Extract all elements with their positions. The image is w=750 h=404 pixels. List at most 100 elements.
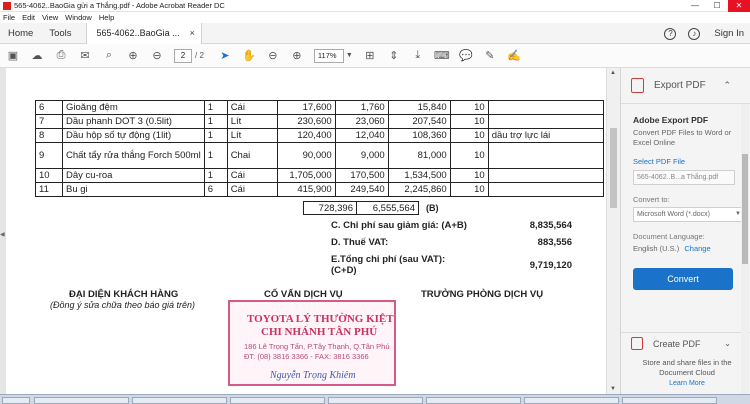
table-row: 11 Bu gi 6 Cái 415,900 249,540 2,245,860… [35,182,604,197]
tab-home[interactable]: Home [0,28,41,39]
summary-d-label: D. Thuế VAT: [331,237,389,248]
taskbar-item[interactable] [524,397,619,404]
cell-amount: 81,000 [387,142,451,169]
menu-edit[interactable]: Edit [22,13,35,22]
scrollbar-thumb[interactable] [610,128,617,208]
menu-file[interactable]: File [3,13,15,22]
document-viewport[interactable]: ◀ 6 Gioăng đệm 1 Cái 17,600 1,760 15,840… [0,68,620,394]
tools-pane: Export PDF ⌃ Adobe Export PDF Convert PD… [620,68,750,394]
change-language-link[interactable]: Change [684,244,710,253]
total-discount: 728,396 [303,201,357,215]
cell-price: 415,900 [276,182,336,197]
taskbar-item[interactable] [230,397,325,404]
zoom-level-input[interactable]: 117% [313,48,344,63]
chevron-down-icon[interactable]: ⌄ [724,339,731,348]
page-count: / 2 [195,51,204,60]
taskbar-item[interactable] [328,397,423,404]
tab-document[interactable]: 565-4062..BaoGia ... × [85,22,202,44]
total-amount: 6,555,564 [356,201,419,215]
learn-more-link[interactable]: Learn More [631,380,743,387]
print-icon[interactable]: ⎙ [54,49,68,63]
email-icon[interactable]: ✉ [78,49,92,63]
tab-tools[interactable]: Tools [41,28,79,39]
highlight-pen-icon[interactable]: ✎ [483,49,497,63]
taskbar-start-button[interactable] [2,397,30,404]
fit-page-icon[interactable]: ⊞ [363,49,377,63]
menu-help[interactable]: Help [99,13,114,22]
pane-scrollbar-thumb[interactable] [742,154,748,264]
cell-note [487,142,604,169]
cell-price: 120,400 [276,128,336,143]
cell-vat: 10 [449,182,489,197]
search-icon[interactable]: ⌕ [102,49,116,63]
toolbar: ▣ ☁ ⎙ ✉ ⌕ ⊕ ⊖ 2 / 2 ➤ ✋ ⊖ ⊕ 117% ▼ ⊞ ⇕ ⤓… [0,44,750,68]
zoom-out-icon[interactable]: ⊖ [266,49,280,63]
scroll-mode-icon[interactable]: ⇕ [387,49,401,63]
save-icon[interactable]: ▣ [6,49,20,63]
maximize-button[interactable]: ☐ [706,0,728,12]
scroll-down-icon[interactable]: ▼ [610,386,616,392]
minimize-button[interactable]: — [684,0,706,12]
document-scrollbar[interactable]: ▲ ▼ [606,68,620,394]
summary-e-label: E.Tổng chi phí (sau VAT): [331,254,446,265]
selected-file-field[interactable]: 565-4062..B...a Thắng.pdf [633,170,735,185]
close-window-button[interactable]: ✕ [728,0,750,12]
comment-icon[interactable]: 💬 [459,49,473,63]
document-cloud-text: Store and share files in the Document Cl… [642,358,732,377]
cell-note [487,100,604,115]
close-tab-icon[interactable]: × [190,28,195,38]
chevron-up-icon[interactable]: ⌃ [723,80,731,91]
help-icon[interactable]: ? [664,27,677,40]
upload-cloud-icon[interactable]: ☁ [30,49,44,63]
stamp-phone: ĐT: (08) 3816 3366 - FAX: 3816 3366 [244,352,369,361]
hand-tool-icon[interactable]: ✋ [242,49,256,63]
cell-unit: Cái [226,168,278,183]
cell-no: 11 [35,182,63,197]
document-language-value: English (U.S.) [633,244,680,253]
document-tab-label: 565-4062..BaoGia ... [96,28,180,38]
summary-d-value: 883,556 [537,237,572,248]
next-page-icon[interactable]: ⊖ [150,49,164,63]
export-pdf-header[interactable]: Export PDF ⌃ [621,68,750,104]
cell-qty: 1 [203,128,228,143]
select-pdf-link[interactable]: Select PDF File [633,157,739,166]
download-icon[interactable]: ⤓ [411,49,425,63]
cell-no: 10 [35,168,63,183]
create-pdf-header[interactable]: Create PDF ⌄ [621,332,750,354]
cell-discount: 249,540 [334,182,389,197]
keyboard-icon[interactable]: ⌨ [434,49,450,63]
create-pdf-title: Create PDF [653,338,701,349]
notifications-bell-icon[interactable]: ♪ [688,27,701,40]
taskbar-item[interactable] [132,397,227,404]
cell-no: 8 [35,128,63,143]
scroll-up-icon[interactable]: ▲ [610,70,616,76]
zoom-dropdown-icon[interactable]: ▼ [346,52,353,59]
sign-icon[interactable]: ✍ [507,49,521,63]
cell-no: 9 [35,142,63,169]
cell-qty: 1 [203,100,228,115]
taskbar-item[interactable] [34,397,129,404]
zoom-in-icon[interactable]: ⊕ [290,49,304,63]
sign-in-link[interactable]: Sign In [714,28,744,39]
cell-amount: 108,360 [387,128,451,143]
taskbar-item[interactable] [622,397,717,404]
tab-bar: Home Tools 565-4062..BaoGia ... × ? ♪ Si… [0,22,750,44]
convert-button[interactable]: Convert [633,268,733,290]
window-controls: — ☐ ✕ [684,0,750,12]
left-panel-toggle-icon[interactable]: ◀ [0,231,5,238]
menu-window[interactable]: Window [65,13,92,22]
stamp-company: TOYOTA LÝ THƯỜNG KIỆT [247,313,394,325]
cell-unit: Cái [226,182,278,197]
menu-view[interactable]: View [42,13,58,22]
pane-scrollbar[interactable] [741,104,749,394]
cell-price: 230,600 [276,114,336,129]
cell-discount: 1,760 [334,100,389,115]
page-number-input[interactable]: 2 [174,48,192,63]
select-cursor-icon[interactable]: ➤ [218,49,232,63]
export-description: Convert PDF Files to Word or Excel Onlin… [633,128,732,147]
taskbar-item[interactable] [426,397,521,404]
previous-page-icon[interactable]: ⊕ [126,49,140,63]
convert-format-select[interactable]: Microsoft Word (*.docx) ▼ [633,207,745,222]
stamp-branch: CHI NHÁNH TÂN PHÚ [261,326,378,338]
export-pdf-icon [631,78,644,93]
